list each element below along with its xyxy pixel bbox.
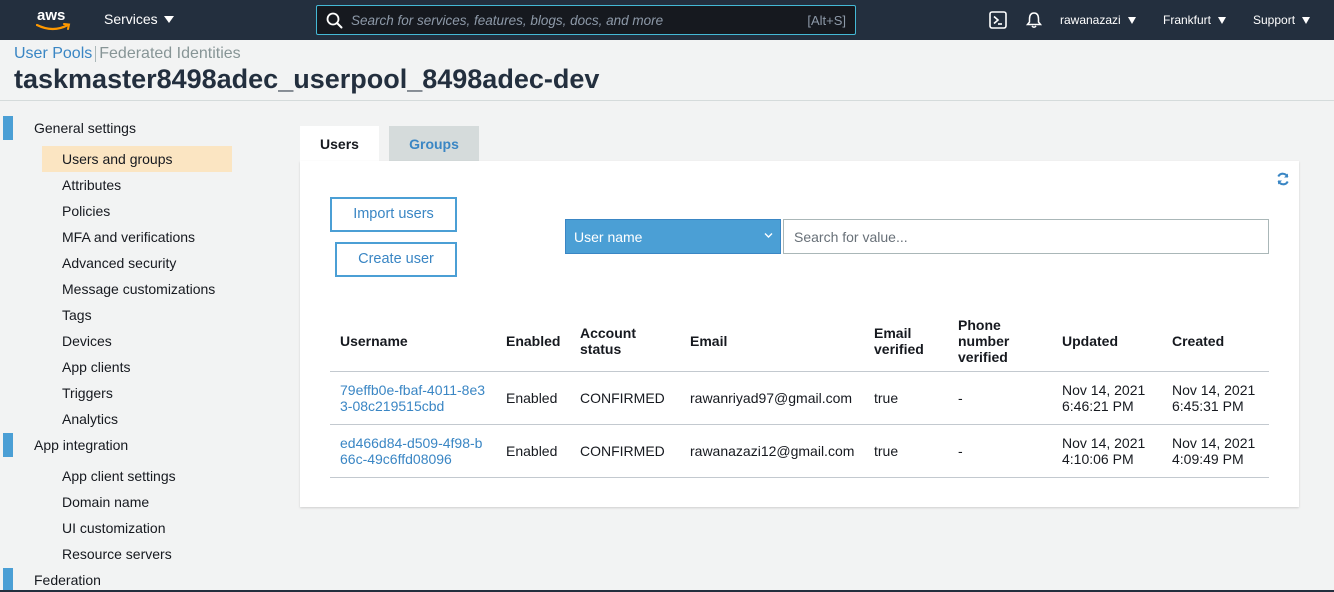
bell-icon[interactable] (1025, 11, 1043, 29)
caret-down-icon (163, 15, 174, 23)
aws-logo[interactable]: aws (34, 6, 74, 34)
section-marker (3, 116, 13, 140)
sidebar-section-label: App integration (34, 437, 129, 453)
enabled-cell: Enabled (496, 371, 570, 425)
cloudshell-icon[interactable] (989, 11, 1007, 29)
sidebar-section-label: Federation (34, 572, 101, 588)
filter-attribute-value: User name (574, 229, 643, 245)
aws-logo-text: aws (37, 7, 66, 24)
sidebar-section-label: General settings (34, 120, 136, 136)
email-verified-cell: true (864, 424, 948, 478)
email-cell: rawanriyad97@gmail.com (680, 371, 864, 425)
email-verified-cell: true (864, 371, 948, 425)
support-menu[interactable]: Support (1253, 13, 1311, 27)
column-header-account-status[interactable]: Account status (570, 311, 680, 372)
column-header-username[interactable]: Username (330, 311, 496, 372)
sidebar-item-app-client-settings[interactable]: App client settings (62, 468, 176, 484)
search-shortcut-hint: [Alt+S] (807, 13, 846, 28)
search-icon (326, 12, 343, 29)
column-header-email-verified[interactable]: Email verified (864, 311, 948, 372)
sidebar-item-devices[interactable]: Devices (62, 333, 112, 349)
caret-down-icon (1218, 16, 1227, 24)
top-navigation: aws Services [Alt+S] rawanazazi Frankfur… (0, 0, 1334, 40)
created-cell: Nov 14, 2021 6:45:31 PM (1162, 371, 1269, 425)
created-date: Nov 14, 2021 (1172, 381, 1256, 398)
sidebar-item-ui-customization[interactable]: UI customization (62, 520, 165, 536)
username-link[interactable]: ed466d84-d509-4f98-b66c-49c6ffd08096 (330, 424, 496, 478)
phone-verified-cell: - (948, 371, 1052, 425)
sidebar-item-mfa[interactable]: MFA and verifications (62, 229, 195, 245)
updated-time: 6:46:21 PM (1062, 397, 1134, 414)
column-header-phone-verified[interactable]: Phone number verified (948, 311, 1052, 372)
section-marker (3, 433, 13, 457)
refresh-icon[interactable] (1276, 172, 1290, 186)
chevron-down-icon (764, 233, 773, 238)
table-row: 79effb0e-fbaf-4011-8e33-08c219515cbd Ena… (330, 371, 1269, 425)
caret-down-icon (1302, 16, 1311, 24)
sidebar-item-policies[interactable]: Policies (62, 203, 110, 219)
table-row: ed466d84-d509-4f98-b66c-49c6ffd08096 Ena… (330, 424, 1269, 478)
sidebar-item-message-customizations[interactable]: Message customizations (62, 281, 215, 297)
column-header-email[interactable]: Email (680, 311, 864, 372)
region-menu[interactable]: Frankfurt (1163, 13, 1227, 27)
updated-date: Nov 14, 2021 (1062, 381, 1146, 398)
aws-smile-icon (36, 23, 71, 31)
global-search[interactable]: [Alt+S] (316, 5, 856, 35)
sidebar-item-advanced-security[interactable]: Advanced security (62, 255, 176, 271)
created-cell: Nov 14, 2021 4:09:49 PM (1162, 424, 1269, 478)
account-status-cell: CONFIRMED (570, 371, 680, 425)
tab-groups[interactable]: Groups (389, 126, 479, 162)
header-divider (0, 100, 1334, 101)
account-status-cell: CONFIRMED (570, 424, 680, 478)
table-header-row: Username Enabled Account status Email Em… (330, 311, 1269, 372)
services-menu[interactable]: Services (104, 11, 174, 27)
phone-verified-cell: - (948, 424, 1052, 478)
breadcrumb-user-pools[interactable]: User Pools (14, 45, 92, 63)
tab-users[interactable]: Users (300, 126, 379, 162)
users-table: Username Enabled Account status Email Em… (330, 311, 1269, 478)
column-header-updated[interactable]: Updated (1052, 311, 1162, 372)
sidebar-item-triggers[interactable]: Triggers (62, 385, 113, 401)
sidebar-item-app-clients[interactable]: App clients (62, 359, 130, 375)
sidebar-item-resource-servers[interactable]: Resource servers (62, 546, 172, 562)
sidebar-item-domain-name[interactable]: Domain name (62, 494, 149, 510)
search-value-input[interactable] (783, 219, 1269, 254)
enabled-cell: Enabled (496, 424, 570, 478)
account-menu[interactable]: rawanazazi (1060, 13, 1136, 27)
support-label: Support (1253, 13, 1296, 27)
updated-date: Nov 14, 2021 (1062, 434, 1146, 451)
region-name: Frankfurt (1163, 13, 1212, 27)
breadcrumb-federated-identities[interactable]: Federated Identities (99, 45, 240, 63)
filter-attribute-select[interactable]: User name (565, 219, 781, 254)
section-marker (3, 568, 13, 592)
import-users-button[interactable]: Import users (330, 197, 457, 232)
global-search-input[interactable] (351, 10, 781, 30)
updated-time: 4:10:06 PM (1062, 450, 1134, 467)
column-header-created[interactable]: Created (1162, 311, 1269, 372)
email-cell: rawanazazi12@gmail.com (680, 424, 864, 478)
users-panel: Import users Create user User name Usern… (300, 161, 1299, 507)
username-link[interactable]: 79effb0e-fbaf-4011-8e33-08c219515cbd (330, 371, 496, 425)
caret-down-icon (1127, 16, 1136, 24)
breadcrumb-divider (95, 46, 97, 62)
services-label: Services (104, 11, 158, 27)
created-time: 4:09:49 PM (1172, 450, 1244, 467)
create-user-button[interactable]: Create user (335, 242, 457, 277)
updated-cell: Nov 14, 2021 6:46:21 PM (1052, 371, 1162, 425)
sidebar-item-attributes[interactable]: Attributes (62, 177, 121, 193)
created-date: Nov 14, 2021 (1172, 434, 1256, 451)
sidebar-item-analytics[interactable]: Analytics (62, 411, 118, 427)
updated-cell: Nov 14, 2021 4:10:06 PM (1052, 424, 1162, 478)
sidebar-item-users-and-groups[interactable]: Users and groups (42, 146, 232, 172)
breadcrumb: User Pools Federated Identities (14, 45, 241, 63)
account-name: rawanazazi (1060, 13, 1121, 27)
page-title: taskmaster8498adec_userpool_8498adec-dev (14, 64, 600, 94)
sidebar-item-tags[interactable]: Tags (62, 307, 92, 323)
column-header-enabled[interactable]: Enabled (496, 311, 570, 372)
created-time: 6:45:31 PM (1172, 397, 1244, 414)
